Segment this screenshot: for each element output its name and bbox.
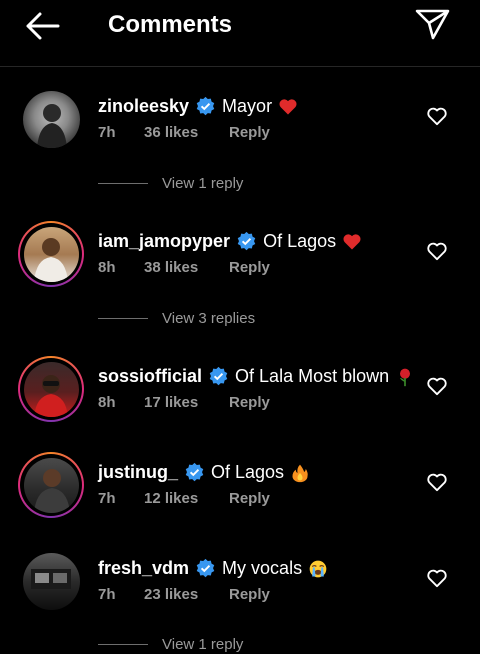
comment-time: 8h: [98, 394, 116, 411]
comment-time: 8h: [98, 259, 116, 276]
comment-text: Of Lagos: [263, 231, 337, 251]
avatar[interactable]: [18, 86, 84, 152]
comment-item: sossiofficial Of Lala Most blown 8h 17 l…: [0, 356, 480, 436]
avatar[interactable]: [18, 221, 84, 287]
likes-count[interactable]: 23 likes: [144, 586, 229, 603]
heart-outline-icon[interactable]: [426, 472, 448, 492]
avatar[interactable]: [18, 356, 84, 422]
view-replies-label: View 1 reply: [162, 636, 244, 653]
username[interactable]: justinug_: [98, 462, 178, 483]
comment-time: 7h: [98, 586, 116, 603]
verified-badge-icon: [237, 231, 256, 251]
paper-plane-icon: [415, 9, 450, 40]
comment-time: 7h: [98, 490, 116, 507]
fire-icon: [292, 464, 308, 482]
avatar[interactable]: [18, 548, 84, 614]
divider: [98, 318, 148, 319]
rose-icon: [400, 368, 411, 386]
reply-button[interactable]: Reply: [229, 124, 270, 141]
comment-item: iam_jamopyper Of Lagos 8h 38 likes Reply: [0, 221, 480, 301]
share-button[interactable]: [412, 6, 452, 42]
comment-text: Mayor: [222, 96, 273, 116]
heart-outline-icon[interactable]: [426, 376, 448, 396]
reply-button[interactable]: Reply: [229, 586, 270, 603]
top-bar: Comments: [0, 0, 480, 67]
back-button[interactable]: [22, 10, 62, 42]
heart-outline-icon[interactable]: [426, 106, 448, 126]
comment-item: justinug_ Of Lagos 7h 12 likes Reply: [0, 452, 480, 532]
avatar[interactable]: [18, 452, 84, 518]
heart-outline-icon[interactable]: [426, 568, 448, 588]
view-replies-button[interactable]: View 1 reply: [98, 175, 243, 192]
divider: [98, 644, 148, 645]
comment-text: Of Lagos: [211, 462, 285, 482]
comment-text: Of Lala Most blown: [235, 366, 390, 386]
likes-count[interactable]: 38 likes: [144, 259, 229, 276]
verified-badge-icon: [209, 366, 228, 386]
reply-button[interactable]: Reply: [229, 394, 270, 411]
username[interactable]: zinoleesky: [98, 96, 189, 117]
red-heart-icon: [279, 98, 297, 114]
comment-time: 7h: [98, 124, 116, 141]
view-replies-label: View 1 reply: [162, 175, 244, 192]
verified-badge-icon: [196, 96, 215, 116]
reply-button[interactable]: Reply: [229, 259, 270, 276]
likes-count[interactable]: 36 likes: [144, 124, 229, 141]
view-replies-label: View 3 replies: [162, 310, 256, 327]
comment-item: fresh_vdm My vocals 7h 23 likes Reply: [0, 548, 480, 628]
red-heart-icon: [343, 233, 361, 249]
crying-face-icon: [309, 560, 327, 577]
view-replies-button[interactable]: View 1 reply: [98, 636, 243, 653]
comment-text: My vocals: [222, 558, 303, 578]
verified-badge-icon: [185, 462, 204, 482]
verified-badge-icon: [196, 558, 215, 578]
username[interactable]: iam_jamopyper: [98, 231, 230, 252]
likes-count[interactable]: 17 likes: [144, 394, 229, 411]
comment-item: zinoleesky Mayor 7h 36 likes Reply: [0, 86, 480, 166]
username[interactable]: sossiofficial: [98, 366, 202, 387]
arrow-left-icon: [26, 12, 60, 40]
reply-button[interactable]: Reply: [229, 490, 270, 507]
likes-count[interactable]: 12 likes: [144, 490, 229, 507]
page-title: Comments: [108, 11, 233, 38]
view-replies-button[interactable]: View 3 replies: [98, 310, 255, 327]
heart-outline-icon[interactable]: [426, 241, 448, 261]
divider: [98, 183, 148, 184]
username[interactable]: fresh_vdm: [98, 558, 189, 579]
